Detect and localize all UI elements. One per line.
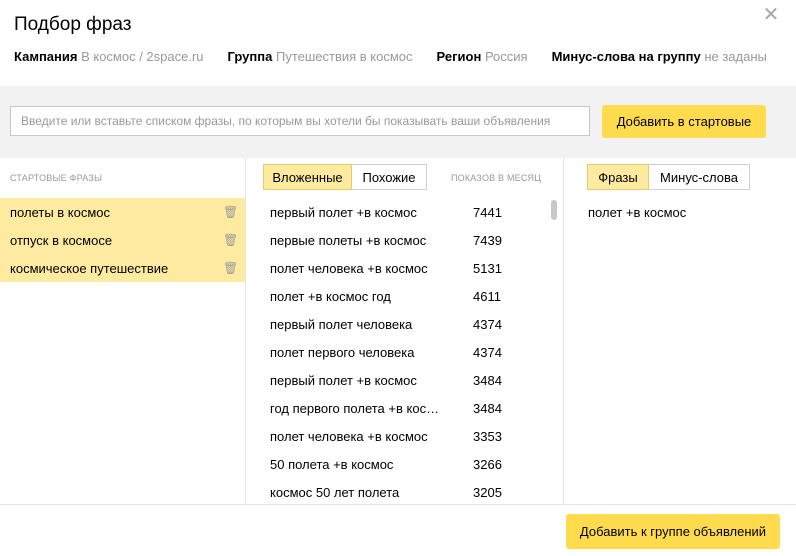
start-phrase-item[interactable]: отпуск в космосе 🗑 bbox=[0, 226, 245, 254]
suggestion-shows: 3266 bbox=[473, 456, 502, 472]
suggestion-shows: 3205 bbox=[473, 484, 502, 500]
suggestion-phrase: год первого полета +в космос bbox=[270, 400, 446, 416]
start-phrase-label: полеты в космос bbox=[10, 204, 111, 220]
suggestion-row[interactable]: первый полет +в космос 7441 bbox=[246, 198, 546, 226]
meta-campaign: Кампания В космос / 2space.ru bbox=[14, 49, 204, 64]
meta-info: Кампания В космос / 2space.ru Группа Пут… bbox=[14, 49, 767, 64]
selected-phrases-list: полет +в космос bbox=[564, 198, 686, 226]
close-icon[interactable]: ✕ bbox=[762, 5, 780, 25]
suggestion-row[interactable]: полет первого человека 4374 bbox=[246, 338, 546, 366]
suggestion-phrase: космос 50 лет полета bbox=[270, 484, 400, 500]
group-value: Путешествия в космос bbox=[275, 49, 413, 64]
suggestion-row[interactable]: 50 полета +в космос 3266 bbox=[246, 450, 546, 478]
start-phrase-item[interactable]: космическое путешествие 🗑 bbox=[0, 254, 245, 282]
meta-group: Группа Путешествия в космос bbox=[228, 49, 413, 64]
suggestion-phrase: первые полеты +в космос bbox=[270, 232, 427, 248]
suggestion-shows: 4374 bbox=[473, 316, 502, 332]
suggestion-row[interactable]: первый полет +в космос 3484 bbox=[246, 366, 546, 394]
suggestion-phrase: полет первого человека bbox=[270, 344, 415, 360]
suggestion-row[interactable]: космос 50 лет полета 3205 bbox=[246, 478, 546, 504]
region-label: Регион bbox=[436, 49, 482, 64]
suggestion-row[interactable]: полет человека +в космос 3353 bbox=[246, 422, 546, 450]
suggestion-shows: 7439 bbox=[473, 232, 502, 248]
start-phrase-label: космическое путешествие bbox=[10, 260, 169, 276]
meta-region: Регион Россия bbox=[437, 49, 528, 64]
shows-per-month-header: Показов в месяц bbox=[451, 173, 542, 183]
region-value: Россия bbox=[484, 49, 528, 64]
suggestion-row[interactable]: первый полет человека 4374 bbox=[246, 310, 546, 338]
phrase-input[interactable] bbox=[10, 106, 590, 136]
meta-minus-words: Минус-слова на группу не заданы bbox=[552, 49, 767, 64]
suggestions-panel: Вложенные Похожие Показов в месяц первый… bbox=[246, 158, 564, 504]
suggestion-shows: 5131 bbox=[473, 260, 502, 276]
suggestion-shows: 3484 bbox=[473, 372, 502, 388]
tab-phrases[interactable]: Фразы bbox=[587, 164, 649, 190]
suggestion-phrase: полет человека +в космос bbox=[270, 260, 428, 276]
suggestion-shows: 3353 bbox=[473, 428, 502, 444]
selected-tabs: Фразы Минус-слова bbox=[587, 164, 750, 190]
group-label: Группа bbox=[227, 49, 273, 64]
selected-phrase-item[interactable]: полет +в космос bbox=[564, 198, 686, 226]
suggestion-phrase: первый полет +в космос bbox=[270, 204, 417, 220]
tab-minus-words[interactable]: Минус-слова bbox=[649, 164, 750, 190]
suggestion-shows: 3484 bbox=[473, 400, 502, 416]
trash-icon[interactable]: 🗑 bbox=[223, 234, 238, 246]
suggestion-shows: 4611 bbox=[473, 288, 501, 304]
tab-similar[interactable]: Похожие bbox=[352, 164, 427, 190]
start-phrases-list: полеты в космос 🗑 отпуск в космосе 🗑 кос… bbox=[0, 198, 245, 282]
suggestion-phrase: первый полет человека bbox=[270, 316, 413, 332]
suggestion-row[interactable]: полет +в космос год 4611 bbox=[246, 282, 546, 310]
phrase-picker-dialog: Подбор фраз ✕ Кампания В космос / 2space… bbox=[0, 0, 796, 556]
suggestion-phrase: первый полет +в космос bbox=[270, 372, 417, 388]
minus-words-value: не заданы bbox=[704, 49, 767, 64]
start-phrase-label: отпуск в космосе bbox=[10, 232, 113, 248]
suggestion-phrase: полет +в космос год bbox=[270, 288, 391, 304]
suggestions-scrollbar[interactable] bbox=[551, 200, 557, 220]
suggestion-shows: 4374 bbox=[473, 344, 502, 360]
start-phrase-item[interactable]: полеты в космос 🗑 bbox=[0, 198, 245, 226]
suggestion-shows: 7441 bbox=[473, 204, 502, 220]
minus-words-label: Минус-слова на группу bbox=[551, 49, 701, 64]
suggestions-list: первый полет +в космос 7441 первые полеты… bbox=[246, 198, 546, 504]
trash-icon[interactable]: 🗑 bbox=[223, 206, 238, 218]
add-to-group-button[interactable]: Добавить к группе объявлений bbox=[566, 514, 780, 549]
start-phrases-header: Стартовые фразы bbox=[10, 173, 103, 183]
suggestion-row[interactable]: полет человека +в космос 5131 bbox=[246, 254, 546, 282]
dialog-footer: Добавить к группе объявлений bbox=[0, 504, 796, 556]
suggestion-phrase: полет человека +в космос bbox=[270, 428, 428, 444]
campaign-value: В космос / 2space.ru bbox=[81, 49, 204, 64]
dialog-title: Подбор фраз bbox=[14, 14, 132, 35]
trash-icon[interactable]: 🗑 bbox=[223, 262, 238, 274]
add-to-start-button[interactable]: Добавить в стартовые bbox=[602, 105, 766, 138]
campaign-label: Кампания bbox=[14, 49, 78, 64]
selected-panel: Фразы Минус-слова полет +в космос bbox=[564, 158, 796, 504]
suggestion-row[interactable]: первые полеты +в космос 7439 bbox=[246, 226, 546, 254]
suggestion-row[interactable]: год первого полета +в космос 3484 bbox=[246, 394, 546, 422]
start-phrases-panel: Стартовые фразы полеты в космос 🗑 отпуск… bbox=[0, 158, 246, 504]
phrase-input-bar: Добавить в стартовые bbox=[0, 86, 796, 158]
suggestion-phrase: 50 полета +в космос bbox=[270, 456, 394, 472]
tab-nested[interactable]: Вложенные bbox=[263, 164, 352, 190]
suggestions-tabs: Вложенные Похожие bbox=[263, 164, 427, 190]
